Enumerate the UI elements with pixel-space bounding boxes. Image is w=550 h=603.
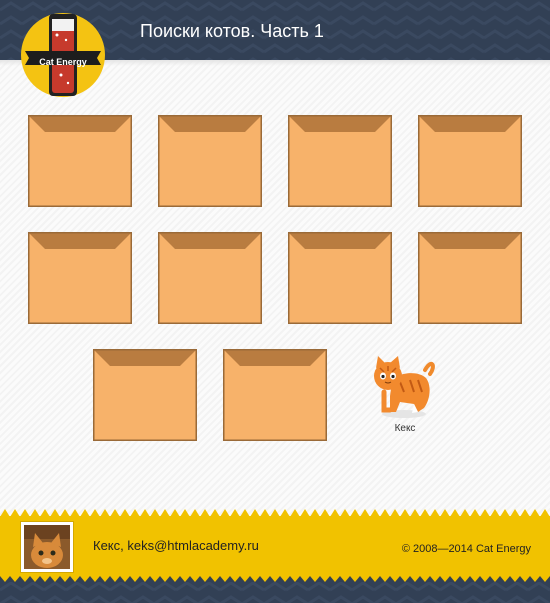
- envelope-card[interactable]: [418, 232, 522, 324]
- envelope-icon: [28, 115, 132, 207]
- envelope-icon: [93, 349, 197, 441]
- orange-cat-icon[interactable]: [370, 352, 438, 420]
- envelope-card[interactable]: [288, 232, 392, 324]
- cat-name-label: Кекс: [394, 423, 416, 434]
- envelope-icon: [28, 232, 132, 324]
- page-title: Поиски котов. Часть 1: [140, 21, 324, 41]
- envelope-icon: [288, 115, 392, 207]
- envelope-icon: [158, 115, 262, 207]
- envelope-card[interactable]: [28, 115, 132, 207]
- envelope-card[interactable]: [158, 232, 262, 324]
- footer-contact: Кекс, keks@htmlacademy.ru: [93, 538, 259, 553]
- logo-text: Cat Energy: [39, 57, 87, 67]
- envelope-card[interactable]: [418, 115, 522, 207]
- envelope-icon: [158, 232, 262, 324]
- envelope-card[interactable]: [28, 232, 132, 324]
- envelope-icon: [418, 232, 522, 324]
- envelope-card[interactable]: [288, 115, 392, 207]
- footer-bottom-strip: [0, 580, 550, 603]
- avatar[interactable]: [20, 521, 74, 573]
- envelope-icon: [288, 232, 392, 324]
- cat-energy-logo[interactable]: Cat Energy: [21, 13, 105, 97]
- footer-bottom-zigzag: [0, 576, 550, 582]
- envelope-icon: [418, 115, 522, 207]
- envelope-icon: [223, 349, 327, 441]
- footer-bottom-pattern: [0, 580, 550, 603]
- footer-copyright: © 2008—2014 Cat Energy: [401, 543, 531, 555]
- envelope-card[interactable]: [223, 349, 327, 441]
- envelope-card[interactable]: [93, 349, 197, 441]
- envelope-card[interactable]: [158, 115, 262, 207]
- kitten-photo: [24, 525, 70, 569]
